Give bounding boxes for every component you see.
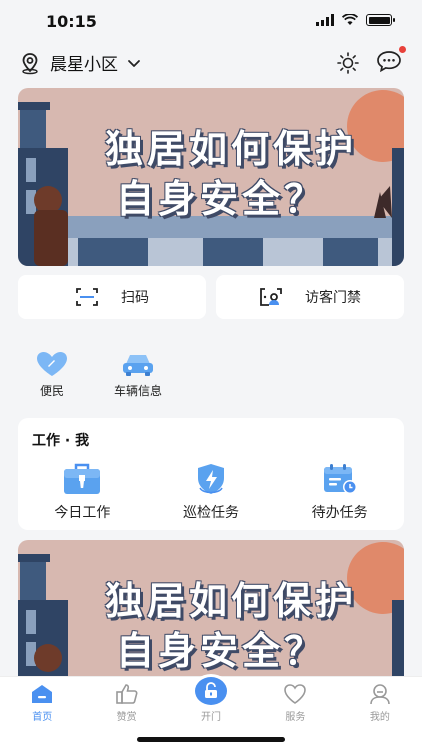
- today-work-button[interactable]: 今日工作: [18, 462, 147, 522]
- visitor-access-button[interactable]: 访客门禁: [216, 275, 404, 319]
- chat-bubble-icon: [377, 51, 401, 73]
- visitor-icon: [260, 288, 282, 306]
- convenience-label: 便民: [39, 384, 64, 398]
- todo-task-label: 待办任务: [311, 505, 368, 521]
- car-icon: [123, 355, 153, 376]
- heart-outline-icon: [284, 684, 307, 704]
- battery-icon: [366, 14, 395, 26]
- heart-icon: [37, 352, 67, 376]
- home-icon: [32, 685, 53, 703]
- status-bar: 10:15: [0, 0, 422, 44]
- work-section: 工作 · 我 今日工作 巡检任务 待办任务: [18, 418, 404, 530]
- shield-bolt-icon: [198, 464, 224, 494]
- vehicle-info-button[interactable]: 车辆信息: [110, 350, 166, 399]
- today-work-label: 今日工作: [54, 505, 111, 521]
- location-name: 晨星小区: [50, 55, 118, 75]
- banner-headline-1: 独居如何保护: [104, 127, 357, 171]
- vehicle-info-label: 车辆信息: [113, 384, 162, 398]
- banner-headline-2: 自身安全？: [115, 177, 326, 221]
- open-door-circle: [195, 677, 228, 705]
- banner[interactable]: 独居如何保护 自身安全？: [18, 88, 404, 266]
- tab-appreciate-label: 赞赏: [116, 712, 137, 723]
- patrol-task-button[interactable]: 巡检任务: [147, 462, 276, 522]
- scan-icon: [76, 288, 98, 306]
- notification-dot: [399, 46, 406, 53]
- location-pin-icon: [22, 52, 38, 74]
- scan-button[interactable]: 扫码: [18, 275, 206, 319]
- tab-mine[interactable]: 我的: [338, 677, 422, 727]
- sun-icon[interactable]: [336, 51, 360, 75]
- work-section-title: 工作 · 我: [32, 433, 90, 449]
- status-icons: [316, 14, 395, 26]
- visitor-access-label: 访客门禁: [305, 290, 361, 306]
- todo-task-button[interactable]: 待办任务: [275, 462, 404, 522]
- tab-open-door[interactable]: 开门: [169, 677, 253, 727]
- banner-headline-1: 独居如何保护: [104, 579, 357, 623]
- status-time: 10:15: [46, 12, 97, 31]
- home-indicator: [137, 737, 285, 742]
- header: 晨星小区: [0, 44, 422, 80]
- user-icon: [370, 684, 390, 705]
- convenience-button[interactable]: 便民: [24, 350, 80, 399]
- message-button[interactable]: [376, 46, 406, 77]
- header-actions: [336, 46, 406, 77]
- convenience-services: 便民 车辆信息: [24, 350, 166, 399]
- thumbs-up-icon: [115, 684, 138, 704]
- patrol-task-label: 巡检任务: [183, 505, 239, 521]
- banner-headline-2: 自身安全？: [115, 629, 326, 673]
- unlock-icon: [205, 682, 218, 698]
- wifi-icon: [342, 14, 358, 25]
- location-selector[interactable]: 晨星小区: [18, 50, 142, 75]
- tab-service-label: 服务: [285, 712, 306, 723]
- scan-label: 扫码: [121, 290, 149, 306]
- quick-actions: 扫码 访客门禁: [18, 275, 404, 319]
- tab-open-door-label: 开门: [201, 712, 222, 723]
- banner-secondary[interactable]: 独居如何保护 自身安全？: [18, 540, 404, 676]
- tab-bar: 首页 赞赏 开门 服务 我的: [0, 676, 422, 750]
- chevron-down-icon: [128, 59, 140, 67]
- calendar-clock-icon: [323, 464, 357, 494]
- briefcase-icon: [64, 463, 101, 494]
- tab-home-label: 首页: [32, 712, 53, 723]
- tab-mine-label: 我的: [369, 712, 390, 723]
- tab-home[interactable]: 首页: [0, 677, 84, 727]
- tab-service[interactable]: 服务: [253, 677, 337, 727]
- work-items: 今日工作 巡检任务 待办任务: [18, 462, 404, 522]
- signal-icon: [316, 14, 334, 26]
- tab-appreciate[interactable]: 赞赏: [84, 677, 168, 727]
